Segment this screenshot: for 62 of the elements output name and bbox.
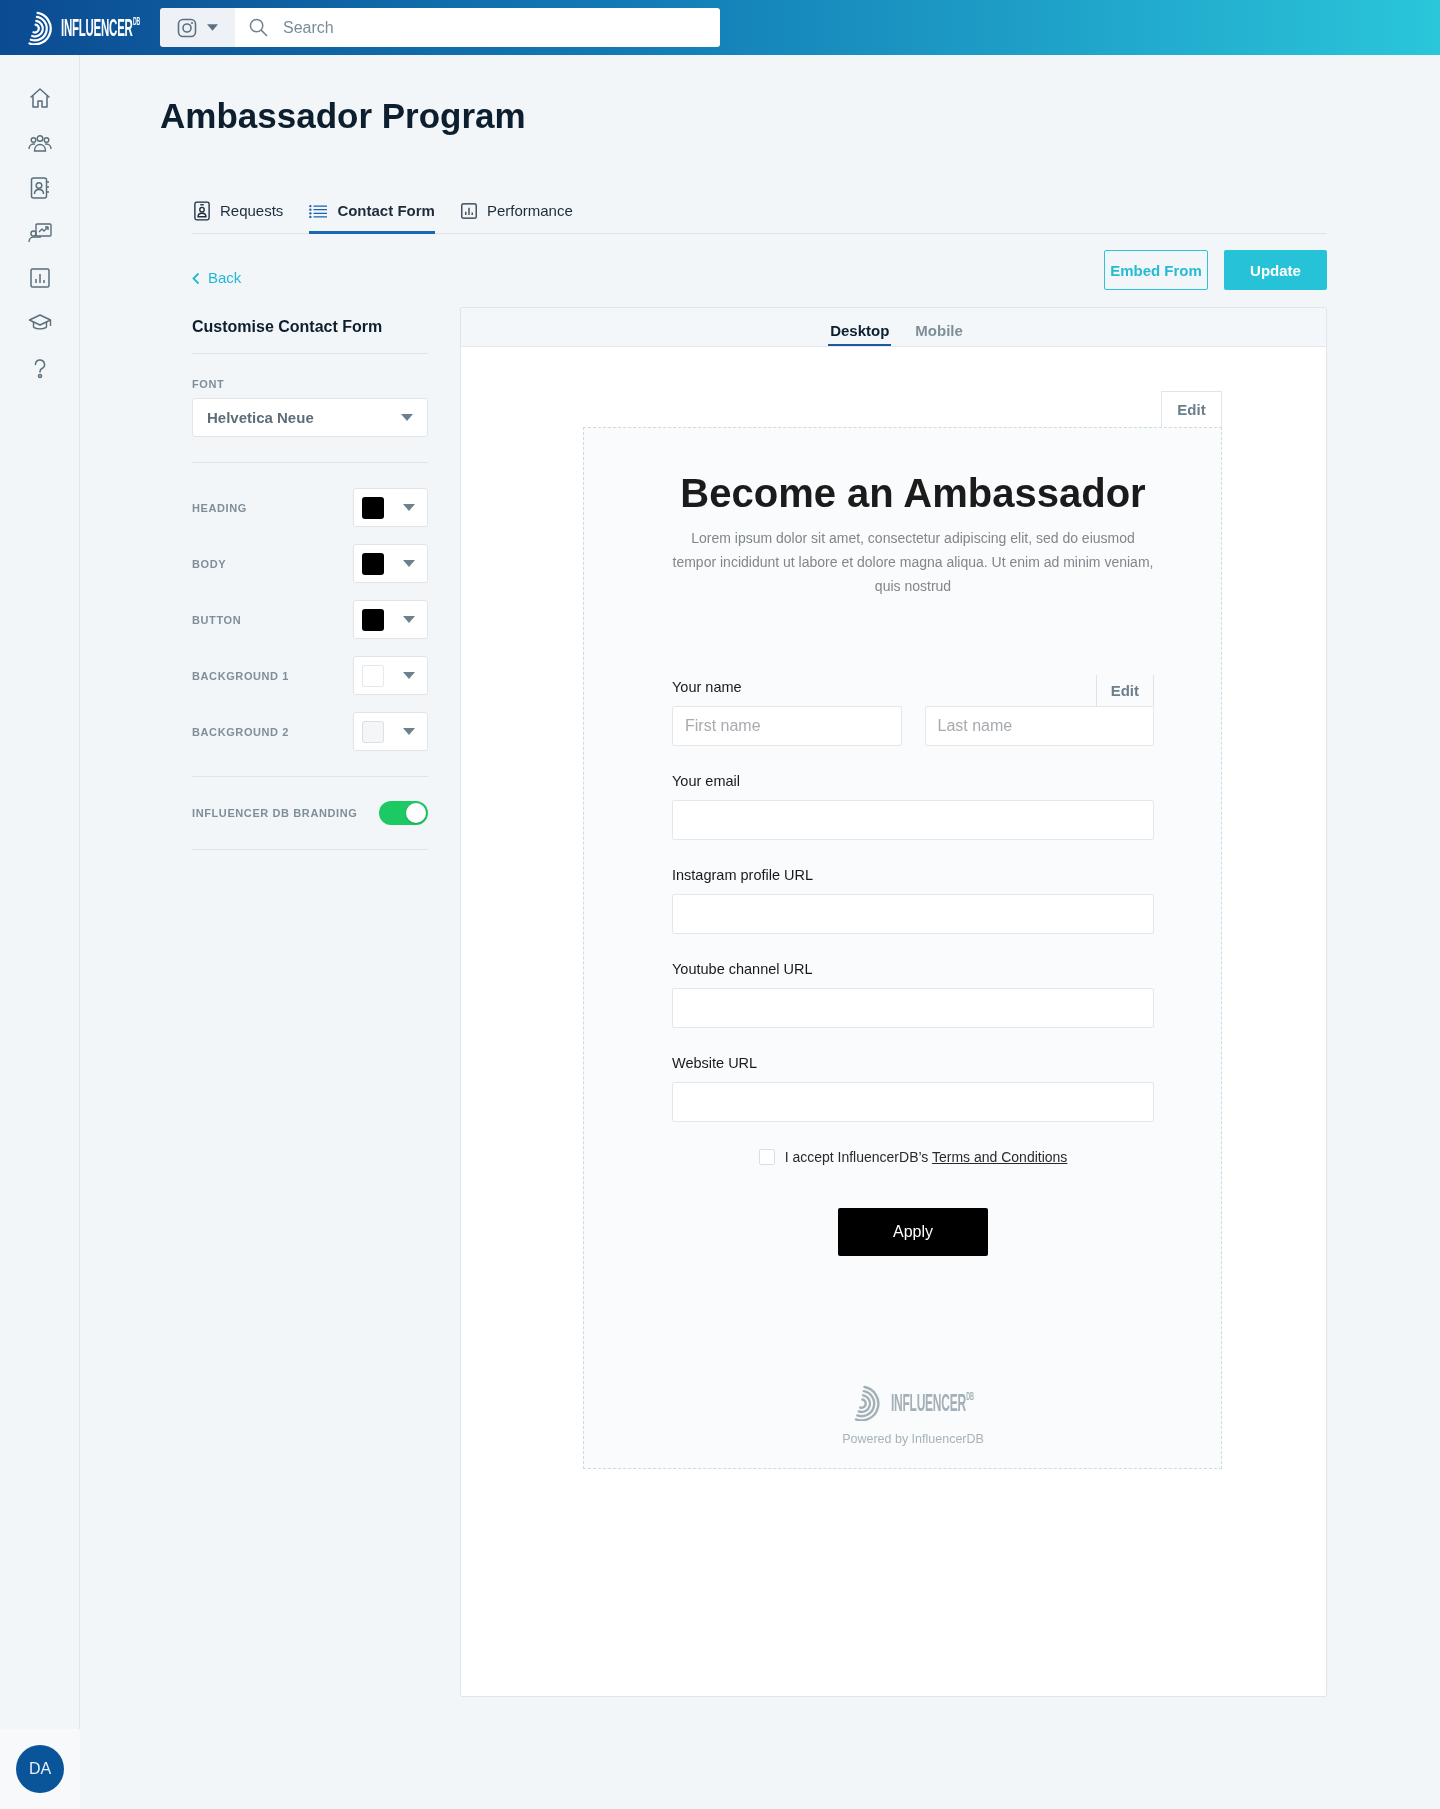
field-label: Website URL <box>672 1054 758 1072</box>
checkbox[interactable] <box>758 1149 775 1165</box>
field-label: FONT <box>192 377 225 391</box>
view-tab[interactable]: Desktop <box>828 308 892 346</box>
input-field[interactable] <box>672 894 1154 934</box>
field-label: BUTTON <box>192 612 242 627</box>
caret-down-icon <box>403 728 415 735</box>
field-label: BACKGROUND 1 <box>192 668 290 683</box>
field-label: HEADING <box>192 500 247 515</box>
edit-button[interactable]: Edit <box>1161 391 1222 427</box>
caret-down-icon <box>403 560 415 567</box>
apply-button[interactable]: Apply <box>838 1208 988 1256</box>
chevron-left-icon <box>192 271 200 285</box>
color-picker[interactable] <box>353 600 428 639</box>
tab[interactable]: Contact Form <box>309 201 435 234</box>
logo-text: INFLUENCER$^{DB}$ <box>891 1388 974 1418</box>
powered-by-text: Powered by InfluencerDB <box>842 1431 984 1447</box>
input-field[interactable]: First name <box>672 706 902 746</box>
field-label: Your name <box>672 678 742 696</box>
input-field[interactable]: Last name <box>924 706 1154 746</box>
search-icon <box>249 18 268 37</box>
bar-chart-icon <box>460 201 477 221</box>
caret-down-icon <box>403 504 415 511</box>
toggle-switch[interactable] <box>379 801 428 825</box>
input-field[interactable] <box>672 1082 1154 1122</box>
form-heading: Become an Ambassador <box>679 470 1147 517</box>
field-label: Instagram profile URL <box>672 866 814 884</box>
color-picker[interactable] <box>353 656 428 695</box>
terms-link[interactable]: Terms and Conditions <box>931 1149 1068 1165</box>
id-badge-icon <box>194 201 210 221</box>
panel-title: Customise Contact Form <box>192 317 384 337</box>
search-field[interactable]: Search <box>235 8 720 47</box>
field-label: BACKGROUND 2 <box>192 724 290 739</box>
color-picker[interactable] <box>353 712 428 751</box>
swirl-logo-icon <box>27 10 53 45</box>
list-icon <box>309 203 328 219</box>
color-picker[interactable] <box>353 544 428 583</box>
consent-text: I accept InfluencerDB’s Terms and Conditions <box>784 1148 1068 1166</box>
home-icon[interactable] <box>27 86 52 110</box>
field-label: INFLUENCER DB BRANDING <box>192 806 358 820</box>
avatar[interactable]: DA <box>16 1745 64 1793</box>
form-description: Lorem ipsum dolor sit amet, consectetur adipiscing elit, sed do eiusmod tempor incididunt ut labore et dolore magna aliqua. Ut enim ad minim veniam, quis nostrud <box>671 529 1155 596</box>
tab[interactable]: Requests <box>194 201 284 234</box>
input-field[interactable] <box>672 988 1154 1028</box>
caret-down-icon <box>403 616 415 623</box>
input-field[interactable] <box>672 800 1154 840</box>
color-picker[interactable] <box>353 488 428 527</box>
network-dropdown[interactable] <box>160 8 235 47</box>
swirl-logo-icon <box>853 1385 882 1421</box>
presentation-icon[interactable] <box>27 221 52 245</box>
font-select[interactable]: Helvetica Neue <box>192 398 428 437</box>
page-title: Ambassador Program <box>160 95 526 137</box>
field-label: Your email <box>672 772 740 790</box>
bar-chart-icon[interactable] <box>27 266 52 290</box>
camera-icon <box>177 17 197 38</box>
field-label: Youtube channel URL <box>672 960 813 978</box>
tab[interactable]: Performance <box>460 201 573 234</box>
field-label: BODY <box>192 556 227 571</box>
logo-text: INFLUENCER$^{DB}$ <box>61 13 141 42</box>
caret-down-icon <box>401 414 413 421</box>
caret-down-icon <box>403 672 415 679</box>
caret-down-icon <box>207 24 218 31</box>
